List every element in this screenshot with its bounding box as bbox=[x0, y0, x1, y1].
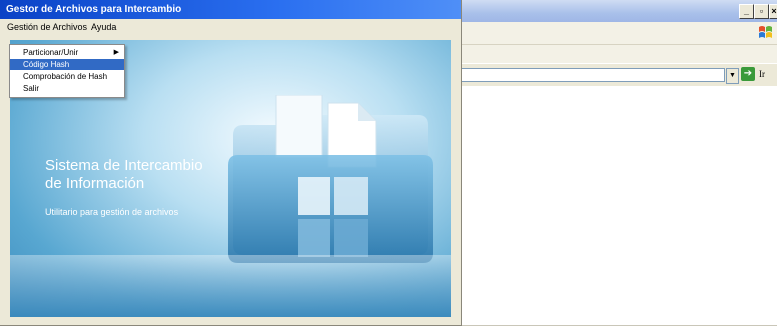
close-button[interactable]: × bbox=[769, 4, 777, 19]
browser-address-bar: ▼ ➔ Ir bbox=[461, 64, 777, 86]
go-label[interactable]: Ir bbox=[759, 69, 765, 79]
go-arrow-icon[interactable]: ➔ bbox=[741, 67, 755, 81]
browser-toolbar bbox=[461, 45, 777, 63]
dropdown-arrow-icon[interactable]: ▼ bbox=[726, 68, 739, 84]
app-window: Gestor de Archivos para Intercambio Gest… bbox=[0, 0, 462, 326]
menu-item-codigo-hash[interactable]: Código Hash bbox=[10, 59, 124, 70]
address-input[interactable] bbox=[461, 68, 725, 82]
splash-floor-reflection bbox=[10, 255, 451, 317]
splash-subtitle: Utilitario para gestión de archivos bbox=[45, 207, 179, 217]
menu-gestion-archivos[interactable]: Gestión de Archivos bbox=[7, 22, 87, 32]
menu-item-label: Salir bbox=[23, 84, 40, 93]
splash-title-line1: Sistema de Intercambio bbox=[45, 157, 203, 174]
menu-item-label: Comprobación de Hash bbox=[23, 72, 108, 81]
menu-ayuda[interactable]: Ayuda bbox=[91, 22, 116, 32]
menu-item-label: Código Hash bbox=[23, 60, 70, 69]
maximize-button[interactable]: ▫ bbox=[754, 4, 769, 19]
browser-content-bottom bbox=[0, 325, 777, 336]
folder-icon bbox=[228, 95, 433, 263]
menu-item-comprobacion-hash[interactable]: Comprobación de Hash bbox=[10, 71, 124, 82]
window-title: Gestor de Archivos para Intercambio bbox=[6, 4, 182, 15]
app-menubar: Gestión de Archivos Ayuda bbox=[0, 19, 461, 36]
dropdown-gestion-archivos: Particionar/Unir ▶ Código Hash Comprobac… bbox=[9, 44, 125, 98]
submenu-arrow-icon: ▶ bbox=[113, 49, 119, 56]
app-titlebar: Gestor de Archivos para Intercambio bbox=[0, 0, 461, 19]
windows-flag-icon bbox=[759, 26, 772, 38]
menu-item-salir[interactable]: Salir bbox=[10, 83, 124, 94]
restore-icon: ▫ bbox=[759, 6, 764, 16]
browser-titlebar: _ ▫ × bbox=[461, 0, 777, 22]
menu-item-label: Particionar/Unir bbox=[23, 48, 79, 57]
browser-menubar bbox=[461, 22, 777, 45]
splash-title-line2: de Información bbox=[45, 175, 145, 192]
menu-item-particionar-unir[interactable]: Particionar/Unir ▶ bbox=[10, 47, 124, 58]
minimize-button[interactable]: _ bbox=[739, 4, 754, 19]
